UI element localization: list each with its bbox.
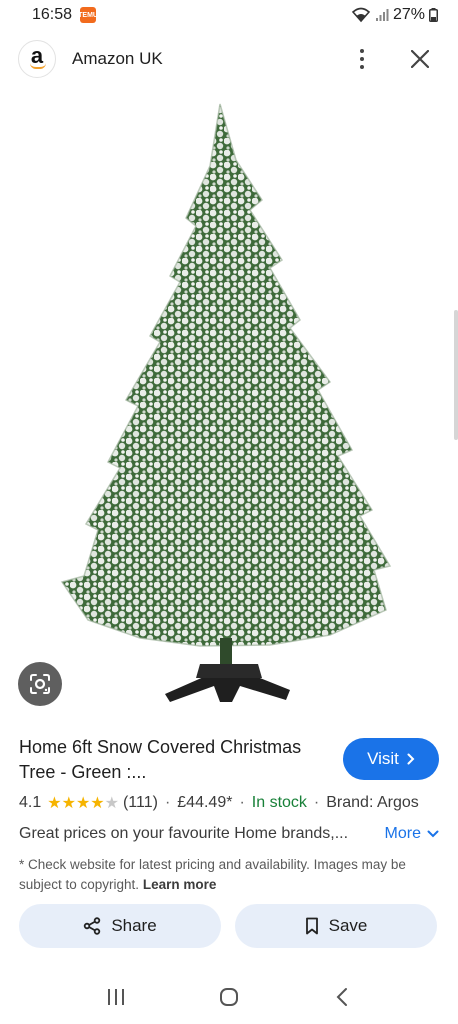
wifi-icon (351, 7, 371, 23)
save-label: Save (328, 916, 368, 935)
google-lens-button[interactable] (18, 662, 62, 706)
status-time: 16:58 (32, 6, 73, 23)
more-vert-icon (360, 49, 364, 69)
lens-icon (30, 674, 50, 694)
product-title[interactable]: Home 6ft Snow Covered Christmas Tree - G… (19, 735, 319, 785)
bookmark-icon (305, 917, 318, 935)
close-icon (411, 50, 429, 68)
rating-value: 4.1 (19, 794, 42, 811)
system-navigation-bar (0, 970, 458, 1024)
back-button[interactable] (322, 977, 362, 1017)
share-button[interactable]: Share (19, 904, 221, 948)
separator: · (239, 794, 245, 811)
more-button[interactable]: More (385, 825, 439, 843)
amazon-smile-icon (30, 63, 46, 69)
status-right: 27% (351, 6, 438, 24)
more-options-button[interactable] (342, 39, 382, 79)
status-bar: 16:58 TEMU 27% (0, 0, 458, 30)
rating-stars-icon: ★★★★★ (47, 795, 119, 812)
price: £44.49* (177, 794, 233, 811)
christmas-tree-image (60, 103, 392, 702)
home-button[interactable] (209, 977, 249, 1017)
stock-status: In stock (251, 794, 307, 811)
title-row: Home 6ft Snow Covered Christmas Tree - G… (19, 735, 439, 785)
separator: · (164, 794, 171, 811)
product-description: Great prices on your favourite Home bran… (19, 825, 349, 842)
visit-label: Visit (367, 749, 399, 768)
more-label: More (384, 825, 421, 842)
visit-button[interactable]: Visit (343, 738, 439, 780)
save-button[interactable]: Save (235, 904, 437, 948)
recents-icon (108, 989, 125, 1005)
share-label: Share (111, 916, 157, 935)
brand: Brand: Argos (326, 794, 419, 811)
site-name: Amazon UK (72, 49, 163, 68)
share-icon (84, 917, 101, 935)
status-left: 16:58 TEMU (32, 6, 98, 24)
action-buttons: Share Save (19, 904, 437, 948)
back-icon (336, 988, 347, 1006)
scroll-indicator[interactable] (454, 310, 458, 440)
result-header: a Amazon UK (0, 38, 458, 80)
separator: · (313, 794, 320, 811)
product-image[interactable] (0, 90, 458, 720)
battery-percentage: 27% (392, 6, 425, 23)
product-meta: 4.1 ★★★★★ (111) · £44.49* · In stock · B… (19, 793, 439, 813)
review-count: (111) (122, 794, 158, 811)
learn-more-link[interactable]: Learn more (143, 877, 217, 892)
battery-icon (429, 8, 438, 22)
site-favicon: a (18, 40, 56, 78)
chevron-right-icon (407, 753, 415, 765)
chevron-down-icon (427, 830, 439, 838)
signal-icon (375, 9, 389, 21)
recents-button[interactable] (96, 977, 136, 1017)
close-button[interactable] (400, 39, 440, 79)
description-row: Great prices on your favourite Home bran… (19, 825, 439, 843)
temu-notification-icon: TEMU (78, 7, 98, 23)
product-info: Home 6ft Snow Covered Christmas Tree - G… (19, 735, 439, 895)
disclaimer: * Check website for latest pricing and a… (19, 855, 439, 895)
home-icon (219, 988, 238, 1006)
